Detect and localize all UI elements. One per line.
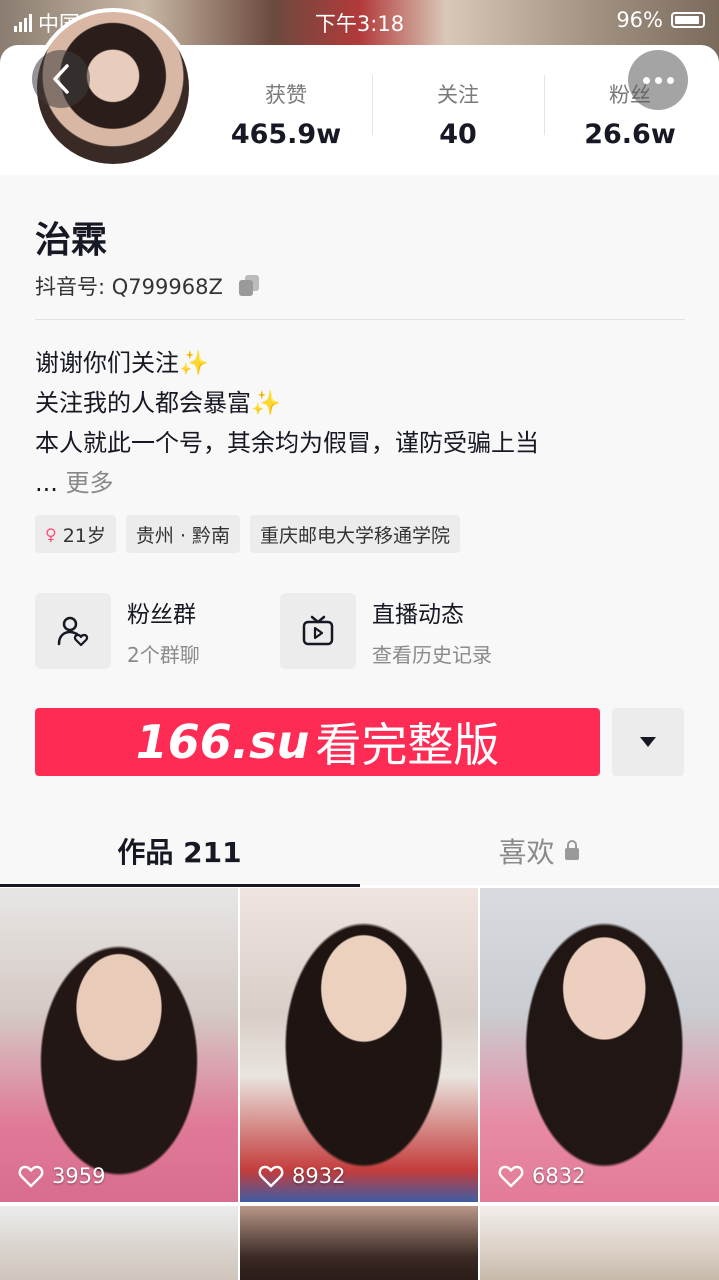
tab-likes[interactable]: 喜欢 (359, 807, 718, 887)
live-history-entry[interactable]: 直播动态 查看历史记录 (280, 593, 525, 669)
group-subtitle: 查看历史记录 (372, 642, 492, 667)
video-grid: 3959 8932 6832 (0, 888, 719, 1280)
dot-icon (642, 76, 650, 84)
cta-brand: 166.su (135, 715, 310, 769)
dropdown-button[interactable] (612, 708, 684, 776)
status-right: 96% (616, 8, 705, 32)
live-tv-icon (280, 593, 356, 669)
group-title: 粉丝群 (127, 601, 196, 628)
cta-label: 看完整版 (315, 718, 500, 772)
stat-label: 获赞 (265, 83, 307, 107)
tag-label: 贵州 · 黔南 (135, 524, 231, 547)
sparkle-icon: ✨ (251, 389, 281, 417)
stat-value: 26.6w (584, 119, 676, 150)
video-thumbnail[interactable] (240, 1206, 478, 1280)
live-history-text: 直播动态 查看历史记录 (372, 595, 492, 668)
tag-age: ♀ 21岁 (35, 515, 116, 553)
profile-info-panel: 治霖 抖音号: Q799968Z 谢谢你们关注✨ 关注我的人都会暴富✨ 本人就此… (0, 175, 719, 887)
heart-icon (18, 1165, 44, 1188)
likes-count: 3959 (52, 1164, 106, 1188)
group-subtitle: 2个群聊 (127, 642, 200, 667)
bio-line: ... 更多 (35, 463, 539, 503)
female-icon: ♀ (45, 524, 57, 544)
more-options-button[interactable] (628, 50, 688, 110)
tag-school: 重庆邮电大学移通学院 (250, 515, 461, 553)
stat-value: 465.9w (230, 119, 342, 150)
heart-icon (258, 1165, 284, 1188)
sparkle-icon: ✨ (179, 349, 209, 377)
dot-icon (654, 76, 662, 84)
bio-line: 本人就此一个号，其余均为假冒，谨防受骗上当 (35, 423, 539, 463)
bio-line: 关注我的人都会暴富✨ (35, 383, 539, 423)
video-thumbnail[interactable]: 6832 (480, 888, 719, 1202)
stat-value: 40 (439, 119, 477, 150)
video-likes: 6832 (498, 1164, 585, 1188)
bio-line: 谢谢你们关注✨ (35, 343, 539, 383)
fan-group-icon (35, 593, 111, 669)
group-entries: 粉丝群 2个群聊 直播动态 查看历史记录 (35, 593, 525, 669)
video-thumbnail[interactable] (480, 1206, 719, 1280)
tag-label: 重庆邮电大学移通学院 (260, 524, 451, 547)
fan-group-entry[interactable]: 粉丝群 2个群聊 (35, 593, 280, 669)
tab-label: 作品 211 (117, 836, 242, 869)
content-tabs: 作品 211 喜欢 (0, 807, 719, 887)
stat-likes[interactable]: 获赞 465.9w (200, 75, 372, 165)
douyin-id-row: 抖音号: Q799968Z (35, 271, 261, 301)
tab-works[interactable]: 作品 211 (0, 807, 360, 887)
battery-percent: 96% (616, 8, 663, 32)
video-likes: 8932 (258, 1164, 345, 1188)
bio-text: 谢谢你们关注 (35, 349, 179, 377)
lock-icon (564, 840, 579, 860)
profile-tags: ♀ 21岁 贵州 · 黔南 重庆邮电大学移通学院 (35, 515, 461, 553)
bio-more-link[interactable]: 更多 (66, 469, 114, 497)
likes-count: 6832 (532, 1164, 586, 1188)
video-thumbnail[interactable]: 3959 (0, 888, 238, 1202)
bio-ellipsis: ... (35, 469, 58, 497)
video-thumbnail[interactable] (0, 1206, 238, 1280)
group-title: 直播动态 (372, 601, 464, 628)
heart-icon (498, 1165, 524, 1188)
douyin-id: 抖音号: Q799968Z (35, 275, 223, 299)
profile-name: 治霖 (35, 220, 108, 261)
battery-icon (671, 12, 705, 28)
stat-label: 关注 (437, 83, 479, 107)
stat-following[interactable]: 关注 40 (372, 75, 544, 165)
tag-location: 贵州 · 黔南 (125, 515, 241, 553)
fan-group-text: 粉丝群 2个群聊 (127, 595, 200, 668)
video-thumbnail[interactable]: 8932 (240, 888, 478, 1202)
bio[interactable]: 谢谢你们关注✨ 关注我的人都会暴富✨ 本人就此一个号，其余均为假冒，谨防受骗上当… (35, 343, 539, 503)
likes-count: 8932 (292, 1164, 346, 1188)
back-button[interactable] (32, 50, 90, 108)
tag-label: 21岁 (62, 524, 106, 547)
bio-text: 本人就此一个号，其余均为假冒，谨防受骗上当 (35, 429, 539, 457)
caret-down-icon (640, 737, 656, 747)
tab-label: 喜欢 (498, 836, 555, 869)
video-likes: 3959 (18, 1164, 105, 1188)
watch-full-button[interactable]: 166.su 看完整版 (35, 708, 600, 776)
dot-icon (666, 76, 674, 84)
copy-icon[interactable] (238, 275, 261, 297)
divider (35, 319, 685, 320)
chevron-left-icon (53, 64, 69, 94)
bio-text: 关注我的人都会暴富 (35, 389, 251, 417)
